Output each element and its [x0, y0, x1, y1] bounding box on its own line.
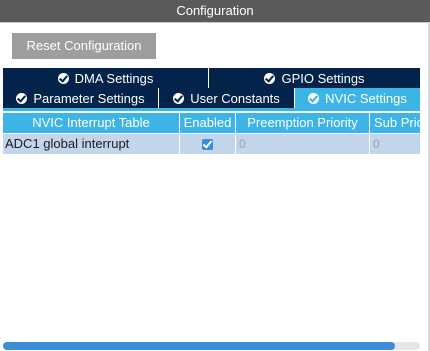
tab-underline — [3, 108, 420, 111]
tab-parameter-settings[interactable]: Parameter Settings — [3, 88, 159, 108]
check-circle-icon — [308, 92, 320, 104]
check-circle-icon — [57, 72, 69, 84]
nvic-interrupt-table: NVIC Interrupt Table Enabled Preemption … — [3, 113, 420, 154]
tab-label: DMA Settings — [74, 70, 154, 86]
horizontal-scrollbar[interactable] — [3, 342, 420, 350]
enabled-cell — [180, 134, 236, 154]
tab-dma-settings[interactable]: DMA Settings — [3, 68, 209, 88]
tab-label: NVIC Settings — [325, 90, 407, 106]
check-circle-icon — [16, 92, 28, 104]
panel-title: Configuration — [0, 0, 430, 23]
enabled-checkbox[interactable] — [202, 138, 213, 150]
tab-row-top: DMA Settings GPIO Settings — [3, 68, 420, 88]
column-header-preemption-priority[interactable]: Preemption Priority — [236, 113, 370, 133]
tab-label: GPIO Settings — [281, 70, 365, 86]
column-header-interrupt[interactable]: NVIC Interrupt Table — [3, 113, 180, 133]
tab-label: User Constants — [190, 90, 280, 106]
tab-row-bottom: Parameter Settings User Constants NVIC S… — [3, 88, 420, 108]
check-circle-icon — [173, 92, 185, 104]
sub-priority-cell[interactable]: 0 — [370, 134, 420, 154]
tab-label: Parameter Settings — [33, 90, 145, 106]
preemption-priority-cell[interactable]: 0 — [236, 134, 370, 154]
interrupt-name-cell: ADC1 global interrupt — [3, 134, 180, 154]
column-header-enabled[interactable]: Enabled — [180, 113, 236, 133]
column-header-sub-priority[interactable]: Sub Priority — [370, 113, 420, 133]
tab-gpio-settings[interactable]: GPIO Settings — [209, 68, 420, 88]
check-circle-icon — [264, 72, 276, 84]
scrollbar-thumb[interactable] — [3, 342, 395, 350]
tab-nvic-settings[interactable]: NVIC Settings — [295, 88, 420, 108]
reset-configuration-button[interactable]: Reset Configuration — [12, 33, 156, 59]
table-row[interactable]: ADC1 global interrupt 0 0 — [3, 134, 420, 154]
table-header: NVIC Interrupt Table Enabled Preemption … — [3, 113, 420, 133]
tab-user-constants[interactable]: User Constants — [159, 88, 295, 108]
